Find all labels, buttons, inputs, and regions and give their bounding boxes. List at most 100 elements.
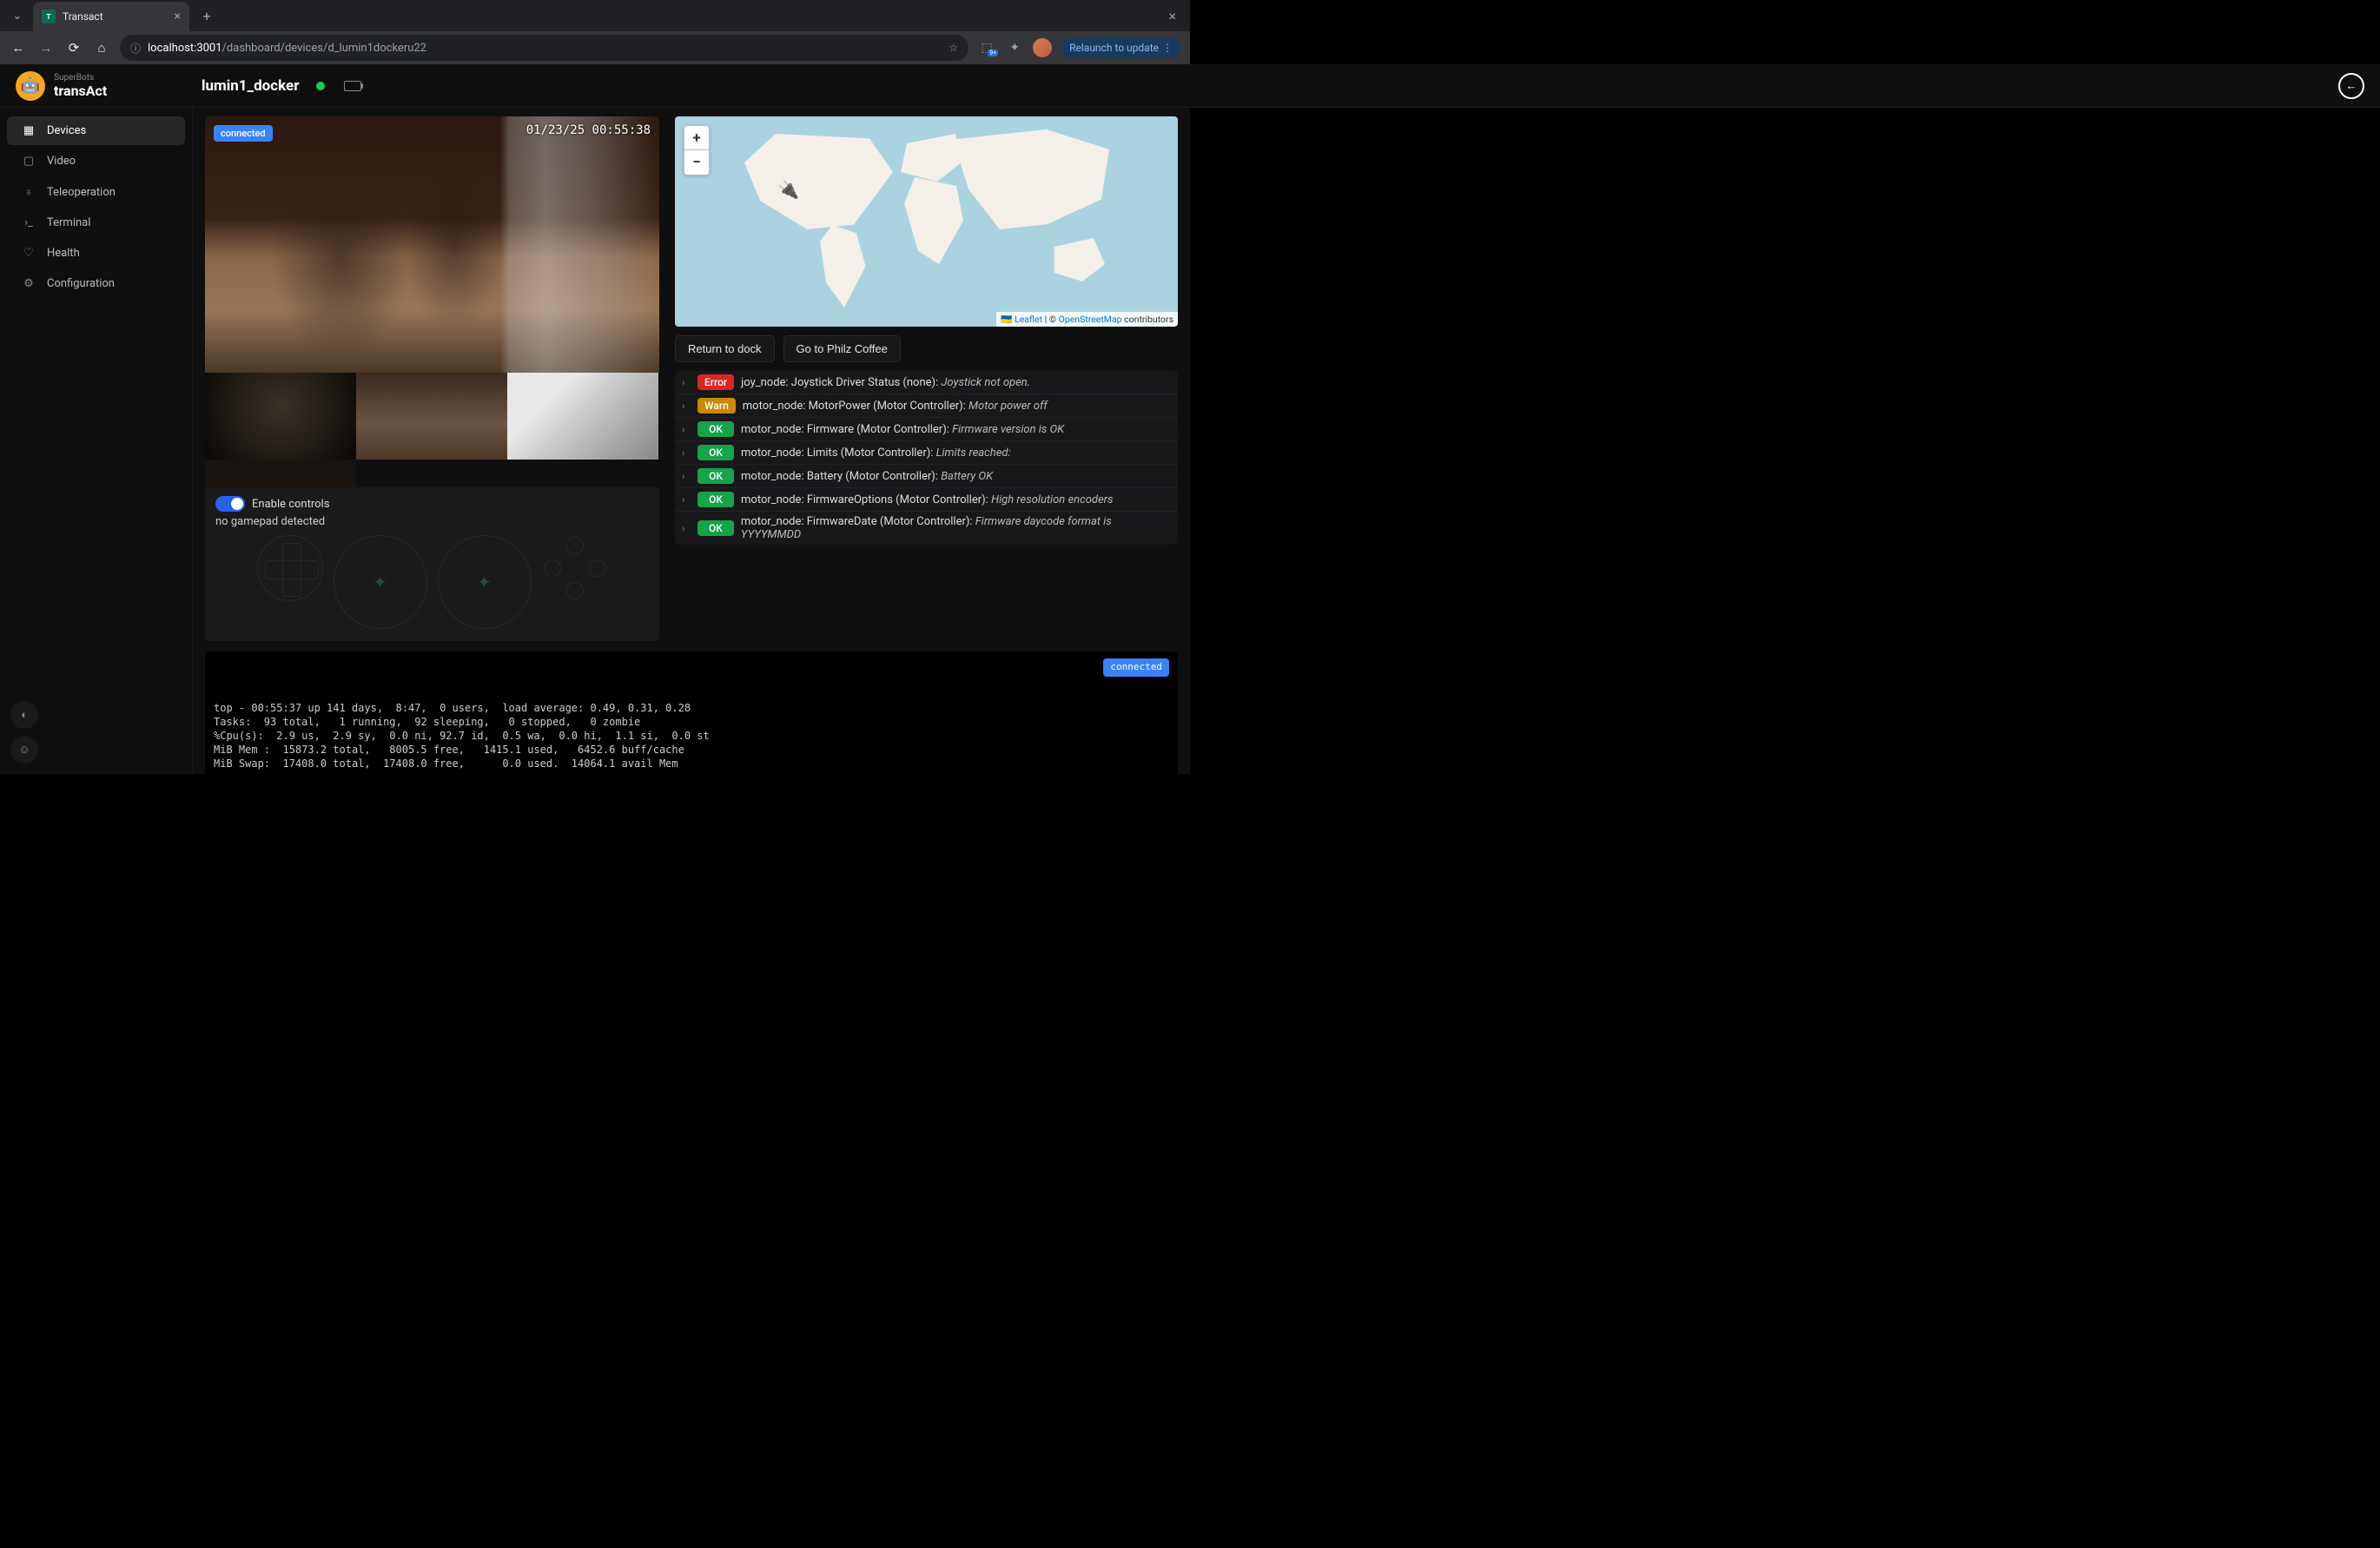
address-bar[interactable]: ⓘ localhost:3001/dashboard/devices/d_lum… xyxy=(120,35,969,61)
theme-toggle-icon[interactable]: ◐ xyxy=(10,701,38,729)
terminal-connection-badge: connected xyxy=(1103,658,1169,677)
device-name: lumin1_docker xyxy=(202,77,299,95)
tab-dropdown[interactable]: ⌄ xyxy=(7,5,28,26)
diagnostic-badge: Error xyxy=(697,374,734,390)
bookmark-icon[interactable]: ☆ xyxy=(949,42,958,54)
diagnostic-badge: OK xyxy=(697,421,734,437)
health-icon: ♡ xyxy=(21,247,36,260)
diagnostic-row[interactable]: › OK motor_node: FirmwareDate (Motor Contr… xyxy=(675,512,1178,545)
diagnostic-text: motor_node: FirmwareDate (Motor Controll… xyxy=(741,515,1171,541)
diagnostic-badge: OK xyxy=(697,492,734,507)
chevron-right-icon: › xyxy=(682,523,691,534)
diagnostic-text: motor_node: Firmware (Motor Controller):… xyxy=(741,423,1064,436)
sidebar-item-label: Teleoperation xyxy=(47,186,116,199)
chevron-right-icon: › xyxy=(682,400,691,412)
sidebar-item-devices[interactable]: ▦ Devices xyxy=(7,116,185,145)
extensions-badge-icon[interactable]: ⬚ xyxy=(977,41,996,55)
status-dot-icon xyxy=(316,82,325,90)
tab-title: Transact xyxy=(63,10,168,23)
sidebar-item-configuration[interactable]: ⚙ Configuration xyxy=(7,269,185,298)
video-connection-badge: connected xyxy=(214,125,273,142)
tab-close-icon[interactable]: × xyxy=(175,10,181,23)
gamepad-status: no gamepad detected xyxy=(215,515,649,528)
left-stick-icon: ✦ xyxy=(334,535,427,629)
back-circle-button[interactable]: ← xyxy=(2338,73,2364,99)
url-text: localhost:3001/dashboard/devices/d_lumin… xyxy=(148,42,942,55)
chevron-right-icon: › xyxy=(682,471,691,482)
sidebar-item-label: Terminal xyxy=(47,216,90,229)
go-to-philz-button[interactable]: Go to Philz Coffee xyxy=(783,335,901,362)
user-icon[interactable]: ☺ xyxy=(10,736,38,764)
video-thumbnail-4[interactable] xyxy=(205,460,356,487)
enable-controls-label: Enable controls xyxy=(252,498,329,511)
map-attribution: 🇺🇦 Leaflet | © OpenStreetMap contributor… xyxy=(996,312,1178,327)
home-button[interactable]: ⌂ xyxy=(92,40,111,56)
diagnostic-badge: OK xyxy=(697,468,734,484)
tab-favicon: T xyxy=(42,10,56,23)
brand[interactable]: 🤖 SuperBots transAct xyxy=(16,71,189,101)
forward-button[interactable]: → xyxy=(36,40,56,56)
map-marker-icon[interactable]: 🔌 xyxy=(777,179,799,200)
diagnostic-text: motor_node: FirmwareOptions (Motor Contr… xyxy=(741,493,1113,506)
video-main-feed[interactable]: connected 01/23/25 00:55:38 xyxy=(205,116,659,373)
brand-super: SuperBots xyxy=(54,73,107,83)
return-to-dock-button[interactable]: Return to dock xyxy=(675,335,775,362)
diagnostic-row[interactable]: › Error joy_node: Joystick Driver Status (… xyxy=(675,371,1178,394)
profile-avatar[interactable] xyxy=(1033,38,1052,57)
diagnostics-list: › Error joy_node: Joystick Driver Status (… xyxy=(675,371,1178,545)
diagnostic-text: motor_node: MotorPower (Motor Controller… xyxy=(743,400,1048,413)
sidebar-item-label: Video xyxy=(47,155,76,168)
diagnostic-row[interactable]: › OK motor_node: FirmwareOptions (Motor Co… xyxy=(675,488,1178,512)
sidebar-item-label: Devices xyxy=(47,124,86,137)
sidebar-item-video[interactable]: ▢ Video xyxy=(7,147,185,175)
diagnostic-row[interactable]: › OK motor_node: Battery (Motor Controller… xyxy=(675,465,1178,488)
video-thumbnail-2[interactable] xyxy=(356,373,507,460)
diagnostic-row[interactable]: ›Warnmotor_node: MotorPower (Motor Contr… xyxy=(675,394,1178,418)
diagnostic-text: motor_node: Battery (Motor Controller): … xyxy=(741,470,993,483)
diagnostic-badge: OK xyxy=(697,445,734,460)
chevron-right-icon: › xyxy=(682,424,691,435)
chevron-right-icon: › xyxy=(682,377,691,388)
sidebar-item-health[interactable]: ♡ Health xyxy=(7,239,185,268)
sidebar-item-terminal[interactable]: ›_ Terminal xyxy=(7,208,185,237)
terminal[interactable]: connected top - 00:55:37 up 141 days, 8:… xyxy=(205,652,1178,774)
reload-button[interactable]: ⟳ xyxy=(64,40,83,56)
brand-name: transAct xyxy=(54,83,107,99)
window-close-icon[interactable]: × xyxy=(1161,4,1183,28)
chevron-right-icon: › xyxy=(682,447,691,459)
browser-tab[interactable]: T Transact × xyxy=(33,2,189,31)
configuration-icon: ⚙ xyxy=(21,277,36,290)
relaunch-button[interactable]: Relaunch to update⋮ xyxy=(1061,37,1181,58)
diagnostic-row[interactable]: › OK motor_node: Limits (Motor Controller)… xyxy=(675,441,1178,465)
terminal-icon: ›_ xyxy=(21,216,36,229)
video-thumbnail-1[interactable] xyxy=(205,373,356,460)
right-stick-icon: ✦ xyxy=(438,535,532,629)
sidebar-item-label: Configuration xyxy=(47,277,115,290)
back-button[interactable]: ← xyxy=(9,40,28,56)
map[interactable]: + − 🔌 🇺🇦 Leaflet | © OpenStreetMap contr… xyxy=(675,116,1178,327)
site-info-icon[interactable]: ⓘ xyxy=(130,41,141,56)
chevron-right-icon: › xyxy=(682,494,691,506)
extensions-icon[interactable]: ✦ xyxy=(1005,41,1024,55)
video-icon: ▢ xyxy=(21,155,36,168)
diagnostic-badge: OK xyxy=(697,520,734,536)
diagnostic-row[interactable]: › OK motor_node: Firmware (Motor Controlle… xyxy=(675,418,1178,441)
map-zoom-out[interactable]: − xyxy=(684,150,709,175)
devices-icon: ▦ xyxy=(21,124,36,137)
sidebar: ▦ Devices ▢ Video ♁ Teleoperation ›_ Terminal ♡ H… xyxy=(0,64,193,774)
diagnostic-text: motor_node: Limits (Motor Controller): L… xyxy=(741,447,1011,460)
gamepad-visualization: ✦ ✦ xyxy=(215,535,649,629)
sidebar-item-teleoperation[interactable]: ♁ Teleoperation xyxy=(7,177,185,207)
battery-icon xyxy=(344,81,361,91)
dpad-icon xyxy=(257,535,323,601)
sidebar-item-label: Health xyxy=(47,247,80,260)
face-buttons-icon xyxy=(542,535,608,601)
diagnostic-text: joy_node: Joystick Driver Status (none):… xyxy=(741,376,1030,389)
video-timestamp: 01/23/25 00:55:38 xyxy=(526,123,651,137)
teleoperation-icon: ♁ xyxy=(21,185,36,199)
enable-controls-toggle[interactable] xyxy=(215,496,245,512)
brand-logo-icon: 🤖 xyxy=(16,71,45,101)
video-thumbnail-3[interactable] xyxy=(507,373,658,460)
new-tab-button[interactable]: + xyxy=(195,3,219,28)
map-zoom-in[interactable]: + xyxy=(684,126,709,150)
